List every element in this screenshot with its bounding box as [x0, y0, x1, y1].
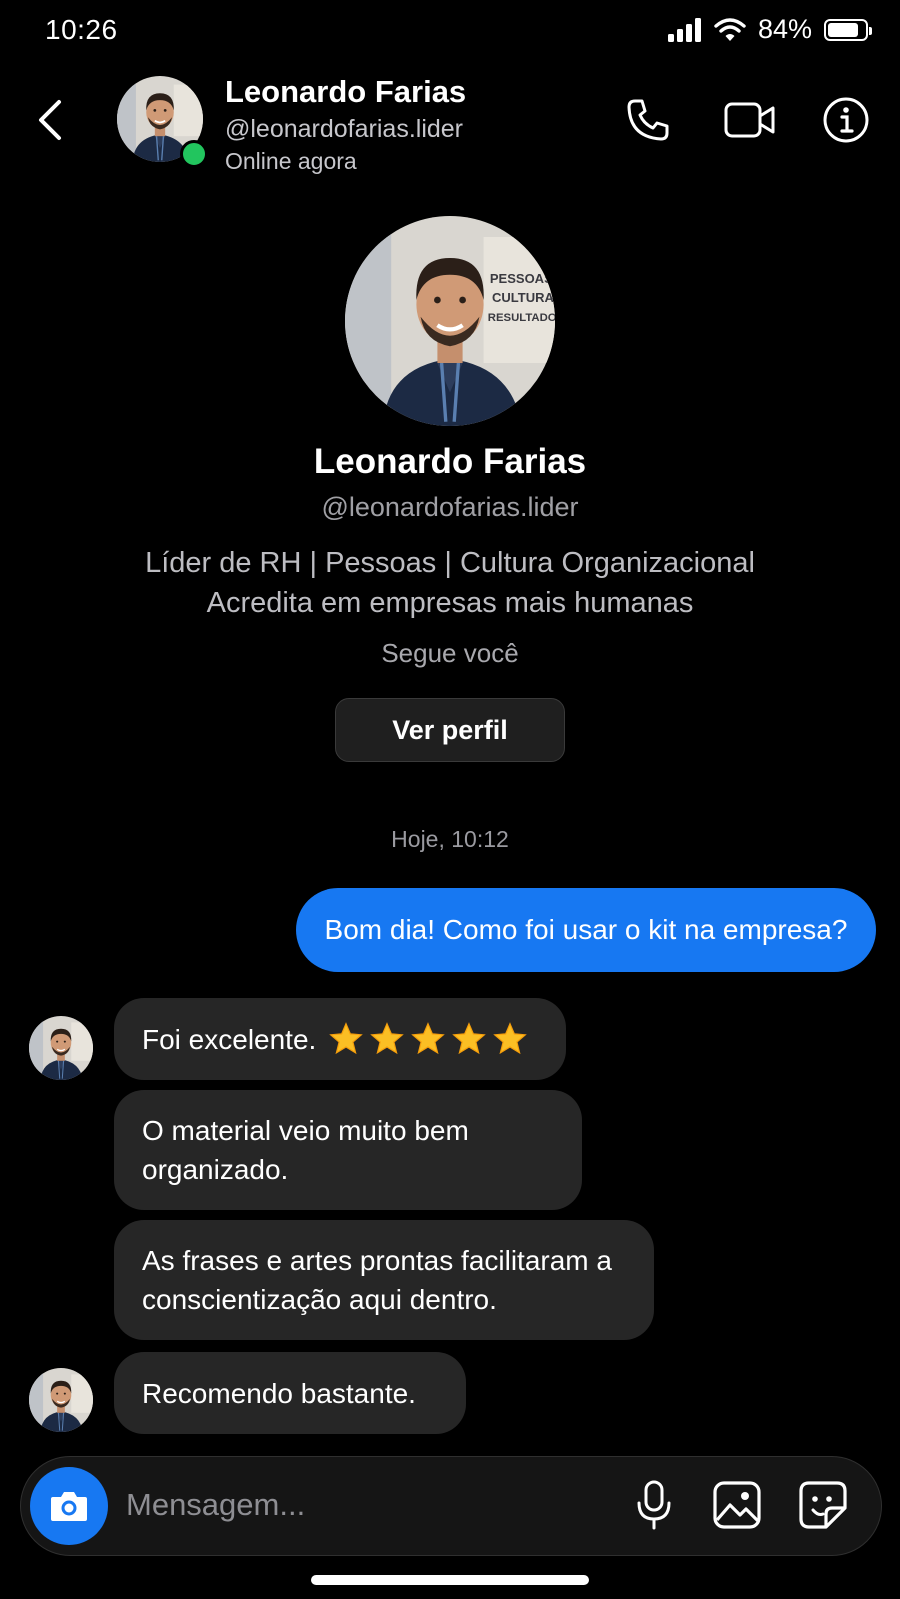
cellular-signal-icon [667, 17, 701, 42]
sender-avatar[interactable] [29, 1368, 93, 1432]
message-text: Foi excelente. [142, 1023, 317, 1055]
contact-name[interactable]: Leonardo Farias [225, 74, 466, 110]
star-icon [411, 1022, 446, 1055]
avatar-sign-line-1: PESSOAS [490, 271, 553, 286]
profile-handle: @leonardofarias.lider [321, 492, 579, 522]
message-text: O material veio muito bem organizado. [142, 1115, 469, 1185]
info-button[interactable] [818, 94, 874, 146]
star-icon [370, 1022, 405, 1055]
back-button[interactable] [28, 94, 72, 146]
message-text: As frases e artes prontas facilitaram a … [142, 1245, 612, 1315]
conversation-timestamp: Hoje, 10:12 [391, 826, 509, 852]
info-icon [823, 97, 869, 143]
profile-name: Leonardo Farias [313, 442, 587, 481]
profile-bio-line-2: Acredita em empresas mais humanas [206, 587, 694, 619]
battery-icon [824, 18, 872, 41]
follows-you-label: Segue você [381, 638, 519, 668]
profile-bio: Líder de RH | Pessoas | Cultura Organiza… [0, 543, 900, 623]
contact-status: Online agora [225, 148, 357, 174]
avatar-sign-line-2: CULTURA [492, 290, 554, 305]
view-profile-button[interactable]: Ver perfil [335, 698, 565, 762]
status-time: 10:26 [45, 14, 118, 45]
video-call-button[interactable] [722, 94, 778, 146]
home-indicator[interactable] [311, 1575, 589, 1585]
camera-icon [51, 1492, 87, 1521]
back-chevron-icon [39, 100, 61, 140]
incoming-message[interactable]: As frases e artes prontas facilitaram a … [114, 1220, 654, 1340]
video-camera-icon [724, 102, 775, 138]
battery-cap [869, 26, 872, 35]
star-icon [452, 1022, 487, 1055]
wifi-icon [714, 17, 746, 41]
profile-photo: PESSOAS CULTURA RESULTADOS [345, 216, 555, 426]
gallery-button[interactable] [708, 1476, 766, 1534]
message-text: Recomendo bastante. [142, 1377, 416, 1409]
battery-percent: 84% [757, 14, 812, 44]
microphone-icon [637, 1480, 671, 1530]
status-indicators: 84% [667, 14, 872, 45]
gallery-icon [713, 1481, 761, 1529]
sender-avatar[interactable] [29, 1016, 93, 1080]
message-input[interactable]: Mensagem... [126, 1487, 305, 1523]
outgoing-message[interactable]: Bom dia! Como foi usar o kit na empresa? [296, 888, 876, 972]
avatar-photo [29, 1368, 93, 1432]
camera-button[interactable] [30, 1467, 108, 1545]
avatar-sign-line-3: RESULTADOS [488, 312, 555, 324]
call-button[interactable] [620, 94, 676, 146]
sticker-icon [799, 1481, 847, 1529]
voice-message-button[interactable] [625, 1476, 683, 1534]
avatar-photo [29, 1016, 93, 1080]
star-rating [328, 1021, 528, 1057]
battery-fill [828, 22, 858, 37]
incoming-message[interactable]: O material veio muito bem organizado. [114, 1090, 582, 1210]
incoming-message[interactable]: Recomendo bastante. [114, 1352, 466, 1434]
message-text: Bom dia! Como foi usar o kit na empresa? [324, 914, 848, 945]
incoming-message[interactable]: Foi excelente. [114, 998, 566, 1080]
phone-icon [627, 99, 669, 141]
profile-avatar[interactable]: PESSOAS CULTURA RESULTADOS [345, 216, 555, 426]
star-icon [329, 1022, 364, 1055]
sticker-button[interactable] [794, 1476, 852, 1534]
star-icon [493, 1022, 528, 1055]
contact-handle: @leonardofarias.lider [225, 115, 464, 143]
profile-bio-line-1: Líder de RH | Pessoas | Cultura Organiza… [145, 547, 755, 579]
online-indicator [180, 140, 208, 168]
